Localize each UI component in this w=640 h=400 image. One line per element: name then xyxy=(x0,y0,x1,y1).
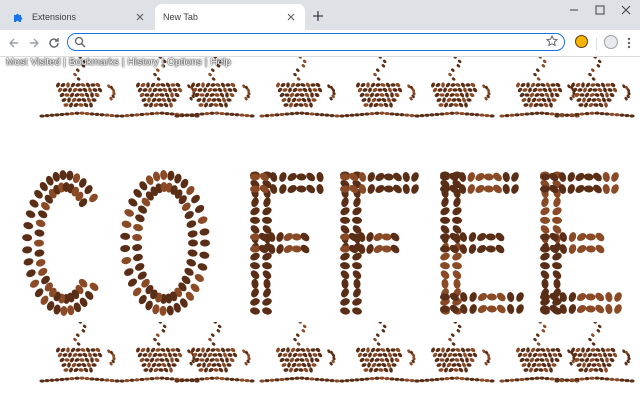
maximize-icon xyxy=(595,5,605,15)
star-icon xyxy=(546,35,558,47)
new-tab-button[interactable] xyxy=(309,7,327,25)
address-bar[interactable] xyxy=(67,33,565,51)
new-tab-page: Most Visited | Bookmarks | History | Options | H… xyxy=(0,57,640,400)
close-icon[interactable] xyxy=(132,9,148,25)
search-icon xyxy=(74,36,86,48)
top-links: Most Visited | Bookmarks | History | Options | H… xyxy=(6,57,231,68)
tab-extensions[interactable]: Extensions xyxy=(4,4,154,30)
toolbar-divider xyxy=(596,38,597,50)
profile-avatar[interactable] xyxy=(604,35,618,49)
forward-button[interactable] xyxy=(26,35,42,51)
options-link[interactable]: Options xyxy=(167,57,201,68)
wallpaper-cup-row-bottom xyxy=(39,322,635,383)
back-arrow-icon xyxy=(9,38,18,48)
forward-arrow-icon xyxy=(30,38,39,48)
extension-icon[interactable] xyxy=(575,35,588,48)
puzzle-icon xyxy=(12,11,24,23)
menu-button[interactable] xyxy=(623,35,635,51)
history-link[interactable]: History xyxy=(128,57,159,68)
bookmarks-link[interactable]: Bookmarks xyxy=(69,57,119,68)
minimize-icon xyxy=(570,9,578,11)
minimize-button[interactable] xyxy=(562,2,586,18)
most-visited-link[interactable]: Most Visited xyxy=(6,57,60,68)
tab-new-tab[interactable]: New Tab xyxy=(155,4,305,30)
wallpaper-coffee-word xyxy=(22,170,622,316)
help-link[interactable]: Help xyxy=(210,57,231,68)
reload-icon xyxy=(49,38,59,48)
tab-title: New Tab xyxy=(163,12,198,22)
kebab-menu-icon xyxy=(627,37,631,49)
wallpaper-cup-row-top xyxy=(39,57,635,118)
plus-icon xyxy=(313,11,323,21)
reload-button[interactable] xyxy=(46,35,62,51)
close-icon[interactable] xyxy=(283,9,299,25)
browser-toolbar xyxy=(0,30,640,57)
close-window-button[interactable] xyxy=(614,2,638,18)
maximize-button[interactable] xyxy=(588,2,612,18)
tab-strip: Extensions New Tab xyxy=(0,0,640,30)
tab-title: Extensions xyxy=(32,12,77,22)
close-icon xyxy=(621,5,631,15)
address-input[interactable] xyxy=(90,35,530,48)
back-button[interactable] xyxy=(6,35,22,51)
